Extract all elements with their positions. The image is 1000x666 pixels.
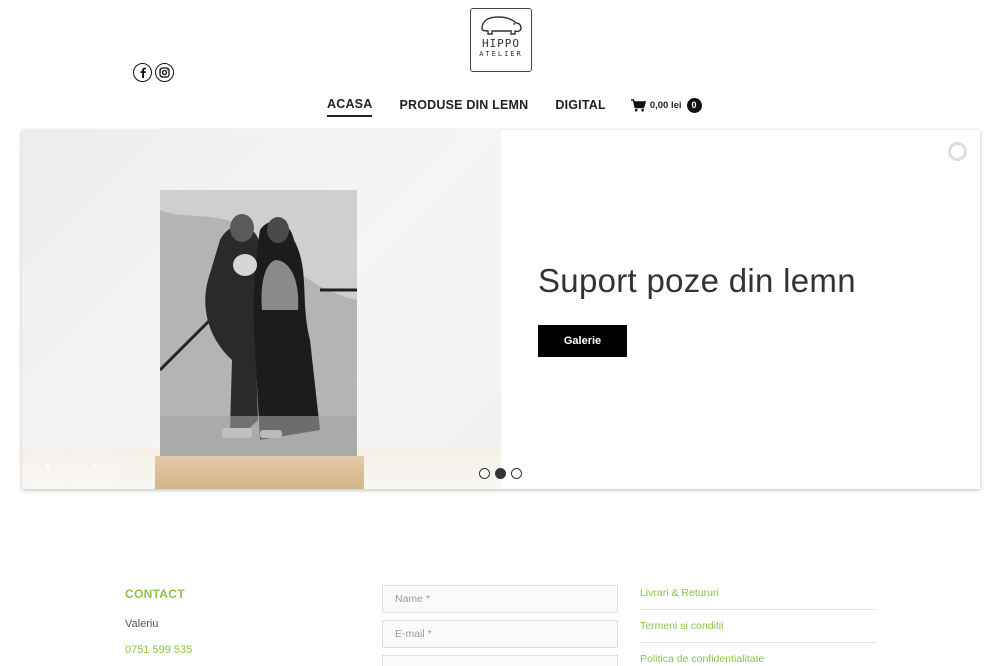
nav-item-produse-din-lemn[interactable]: PRODUSE DIN LEMN bbox=[399, 98, 528, 116]
contact-heading: CONTACT bbox=[125, 587, 185, 601]
cart-icon bbox=[630, 98, 646, 111]
slider-dot-1[interactable] bbox=[479, 468, 490, 479]
instagram-icon[interactable] bbox=[155, 63, 174, 82]
facebook-icon[interactable] bbox=[133, 63, 152, 82]
name-field[interactable]: Name * bbox=[382, 585, 618, 613]
wooden-stand bbox=[155, 456, 364, 489]
nav-item-acasa[interactable]: ACASA bbox=[327, 97, 373, 117]
gallery-button[interactable]: Galerie bbox=[538, 325, 627, 357]
link-politica-confidentialitate[interactable]: Politica de confidentialitate bbox=[640, 643, 876, 666]
slider-pagination bbox=[479, 468, 522, 479]
message-field[interactable] bbox=[382, 655, 618, 666]
nav-item-digital[interactable]: DIGITAL bbox=[555, 98, 605, 116]
family-photo-print bbox=[158, 190, 360, 458]
slider-prev-arrow[interactable]: ‹ bbox=[26, 448, 70, 484]
page: HIPPO ATELIER ACASA PRODUSE DIN LEMN DIG… bbox=[0, 0, 1000, 666]
logo-text-atelier: ATELIER bbox=[479, 50, 523, 58]
loading-spinner-icon bbox=[948, 142, 967, 161]
email-field[interactable]: E-mail * bbox=[382, 620, 618, 648]
contact-name: Valeriu bbox=[125, 618, 159, 630]
slider-next-arrow[interactable]: › bbox=[72, 448, 116, 484]
slide-photo bbox=[22, 130, 501, 489]
footer-links: Livrari & Retururi Termeni si conditii P… bbox=[640, 577, 876, 666]
hero-slider: ‹ › Suport poze din lemn Galerie bbox=[22, 130, 980, 489]
slide-title: Suport poze din lemn bbox=[538, 262, 856, 299]
contact-phone-link[interactable]: 0751 599 535 bbox=[125, 644, 192, 656]
link-livrari-retururi[interactable]: Livrari & Retururi bbox=[640, 577, 876, 610]
slider-dot-3[interactable] bbox=[511, 468, 522, 479]
main-nav: ACASA PRODUSE DIN LEMN DIGITAL 0,00 lei … bbox=[327, 97, 702, 117]
link-termeni-conditii[interactable]: Termeni si conditii bbox=[640, 610, 876, 643]
cart-count-badge: 0 bbox=[686, 97, 702, 113]
hippo-icon bbox=[481, 16, 522, 35]
site-logo[interactable]: HIPPO ATELIER bbox=[470, 8, 532, 72]
cart-button[interactable]: 0,00 lei 0 bbox=[630, 97, 702, 117]
logo-text-hippo: HIPPO bbox=[481, 37, 521, 50]
cart-amount: 0,00 lei bbox=[649, 99, 682, 111]
social-links bbox=[133, 63, 174, 82]
slider-dot-2[interactable] bbox=[495, 468, 506, 479]
